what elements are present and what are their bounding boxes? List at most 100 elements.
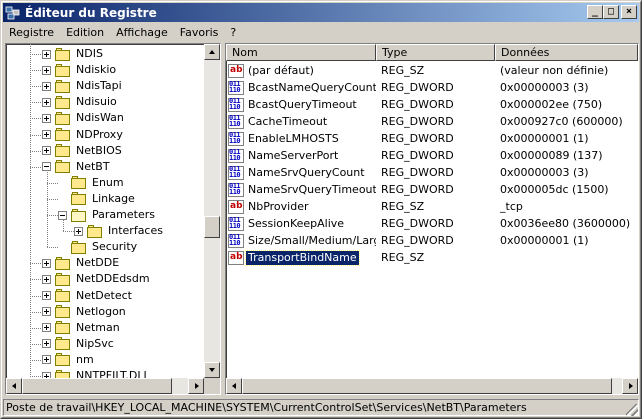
string-value-icon: ab bbox=[228, 199, 244, 214]
tree-item-label: Enum bbox=[92, 175, 124, 189]
arrow-left-icon bbox=[232, 383, 236, 389]
folder-icon bbox=[55, 95, 71, 109]
tree-item[interactable]: NetDDEdsdm bbox=[42, 271, 151, 287]
tree-item[interactable]: Ndisuio bbox=[42, 94, 118, 110]
table-row[interactable]: ab TransportBindName REG_SZ bbox=[226, 249, 638, 266]
tree-item[interactable]: NDProxy bbox=[42, 127, 124, 143]
list-scroll-left-button[interactable] bbox=[226, 378, 242, 394]
tree-item[interactable]: NetDDE bbox=[42, 255, 120, 271]
dword-value-icon: 011 110 bbox=[228, 165, 244, 180]
tree-hscroll-thumb[interactable] bbox=[22, 378, 172, 394]
tree-horizontal-scrollbar[interactable] bbox=[6, 378, 204, 394]
tree-scroll-down-button[interactable] bbox=[204, 362, 220, 378]
expand-plus-icon[interactable] bbox=[42, 49, 51, 59]
expand-plus-icon[interactable] bbox=[42, 291, 51, 300]
dword-value-icon: 011 110 bbox=[228, 233, 244, 248]
arrow-left-icon bbox=[12, 383, 16, 389]
maximize-icon: □ bbox=[607, 6, 615, 17]
tree-item[interactable]: Netman bbox=[42, 320, 121, 336]
tree-scroll-up-button[interactable] bbox=[204, 44, 220, 60]
tree-vertical-scrollbar[interactable] bbox=[204, 44, 220, 378]
menu-affichage[interactable]: Affichage bbox=[110, 24, 174, 41]
menu-edition[interactable]: Edition bbox=[60, 24, 110, 41]
expand-plus-icon[interactable] bbox=[42, 81, 51, 91]
folder-icon bbox=[55, 256, 71, 270]
expand-plus-icon[interactable] bbox=[42, 65, 51, 75]
status-bar: Poste de travail\HKEY_LOCAL_MACHINE\SYST… bbox=[3, 399, 639, 417]
collapse-minus-icon[interactable] bbox=[58, 210, 67, 220]
table-row[interactable]: ab (par défaut) REG_SZ (valeur non définie) bbox=[226, 62, 638, 79]
maximize-button[interactable]: □ bbox=[603, 5, 619, 19]
open-folder-icon bbox=[71, 208, 87, 222]
tree-vscroll-thumb[interactable] bbox=[204, 216, 220, 238]
expand-plus-icon[interactable] bbox=[74, 226, 83, 236]
expand-plus-icon[interactable] bbox=[42, 146, 51, 156]
expand-plus-icon[interactable] bbox=[42, 307, 51, 317]
table-row[interactable]: 011 110 SessionKeepAlive REG_DWORD 0x0036ee… bbox=[226, 215, 638, 232]
expand-plus-icon[interactable] bbox=[42, 130, 51, 139]
tree-item[interactable]: NetBT bbox=[42, 159, 111, 175]
expand-plus-icon[interactable] bbox=[42, 323, 51, 333]
table-row[interactable]: 011 110 NameSrvQueryCount REG_DWORD 0x00000… bbox=[226, 164, 638, 181]
folder-body bbox=[55, 162, 70, 174]
column-header-type[interactable]: Type bbox=[376, 44, 495, 61]
collapse-minus-icon[interactable] bbox=[42, 162, 51, 172]
column-header-donnees[interactable]: Données bbox=[495, 44, 638, 61]
tree-item[interactable]: Netlogon bbox=[42, 304, 127, 320]
tree-connector bbox=[30, 279, 42, 281]
expand-plus-icon[interactable] bbox=[42, 274, 51, 284]
table-row[interactable]: 011 110 EnableLMHOSTS REG_DWORD 0x00000001 … bbox=[226, 130, 638, 147]
string-glyph: ab bbox=[230, 64, 243, 75]
menu-registre[interactable]: Registre bbox=[3, 24, 60, 41]
tree-scroll-left-button[interactable] bbox=[6, 378, 22, 394]
list-scroll-right-button[interactable] bbox=[622, 378, 638, 394]
value-type-cell: REG_SZ bbox=[381, 64, 425, 77]
value-type-cell: REG_DWORD bbox=[381, 183, 454, 196]
tree-item[interactable]: NdisWan bbox=[42, 110, 125, 126]
tree-item[interactable]: NdisTapi bbox=[42, 78, 123, 94]
menu-help[interactable]: ? bbox=[224, 24, 242, 41]
column-header-nom[interactable]: Nom bbox=[226, 44, 376, 61]
tree-item[interactable]: NetBIOS bbox=[42, 143, 123, 159]
minimize-button[interactable]: _ bbox=[587, 5, 603, 19]
value-type-cell: REG_DWORD bbox=[381, 166, 454, 179]
list-horizontal-scrollbar[interactable] bbox=[226, 378, 638, 394]
folder-icon bbox=[55, 289, 71, 302]
table-row[interactable]: 011 110 BcastNameQueryCount REG_DWORD 0x000… bbox=[226, 79, 638, 96]
menu-favoris[interactable]: Favoris bbox=[174, 24, 225, 41]
tree-scroll-right-button[interactable] bbox=[188, 378, 204, 394]
value-type-cell: REG_DWORD bbox=[381, 98, 454, 111]
expand-plus-icon[interactable] bbox=[42, 97, 51, 107]
list-hscroll-thumb[interactable] bbox=[242, 378, 612, 394]
tree-item-label: NipSvc bbox=[76, 336, 114, 350]
tree-item[interactable]: NNTPFILT.DLL bbox=[42, 368, 151, 378]
value-data-cell: 0x00000003 (3) bbox=[500, 81, 589, 94]
resize-grip-icon[interactable] bbox=[626, 404, 638, 416]
folder-icon bbox=[55, 128, 71, 141]
tree-item[interactable]: nm bbox=[42, 352, 95, 368]
title-bar[interactable]: Éditeur du Registre _ □ × bbox=[3, 3, 639, 22]
table-row[interactable]: 011 110 BcastQueryTimeout REG_DWORD 0x00000… bbox=[226, 96, 638, 113]
value-name-cell: 011 110 BcastNameQueryCount bbox=[228, 79, 376, 96]
expand-plus-icon[interactable] bbox=[42, 339, 51, 349]
tree-item[interactable]: Interfaces bbox=[74, 223, 164, 239]
tree-item[interactable]: Linkage bbox=[58, 191, 136, 207]
table-row[interactable]: ab NbProvider REG_SZ _tcp bbox=[226, 198, 638, 215]
tree-item[interactable]: NetDetect bbox=[42, 288, 133, 304]
table-row[interactable]: 011 110 NameServerPort REG_DWORD 0x00000089… bbox=[226, 147, 638, 164]
expand-plus-icon[interactable] bbox=[42, 355, 51, 365]
table-row[interactable]: 011 110 Size/Small/Medium/Large REG_DWORD 0… bbox=[226, 232, 638, 249]
tree-item[interactable]: Parameters bbox=[58, 207, 156, 223]
expand-plus-icon[interactable] bbox=[42, 113, 51, 123]
tree-item[interactable]: NDIS bbox=[42, 46, 104, 62]
tree-item[interactable]: NipSvc bbox=[42, 336, 115, 352]
table-row[interactable]: 011 110 CacheTimeout REG_DWORD 0x000927c0 (… bbox=[226, 113, 638, 130]
close-button[interactable]: × bbox=[621, 5, 637, 19]
tree-item[interactable]: Security bbox=[58, 239, 138, 255]
tree-item[interactable]: Enum bbox=[58, 175, 125, 191]
binary-glyph: 011 110 bbox=[229, 147, 241, 162]
expand-plus-icon[interactable] bbox=[42, 258, 51, 268]
table-row[interactable]: 011 110 NameSrvQueryTimeout REG_DWORD 0x000… bbox=[226, 181, 638, 198]
tree-item[interactable]: Ndiskio bbox=[42, 62, 117, 78]
tree-connector bbox=[30, 327, 42, 329]
